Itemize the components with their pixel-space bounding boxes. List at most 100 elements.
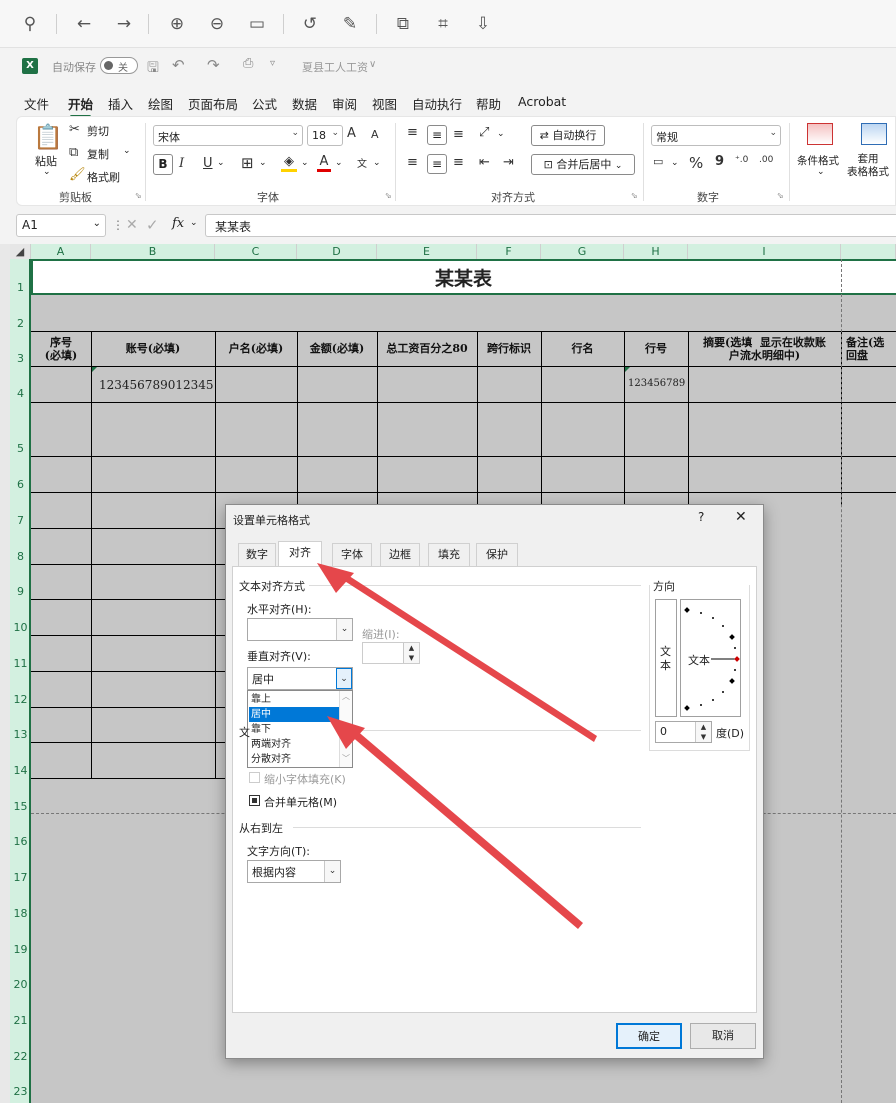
table-format-icon[interactable] bbox=[861, 123, 887, 145]
header-cell[interactable]: 备注(选 回盘 bbox=[846, 336, 896, 362]
pin-icon[interactable]: ⚲ bbox=[18, 12, 42, 36]
cut-label[interactable]: 剪切 bbox=[87, 123, 109, 139]
borders-icon[interactable]: ⊞ bbox=[241, 154, 254, 172]
list-item-selected[interactable]: 居中 bbox=[249, 707, 340, 722]
bold-button[interactable]: B bbox=[153, 154, 173, 175]
edit-icon[interactable]: ✎ bbox=[338, 12, 362, 36]
comma-button[interactable]: 9 bbox=[715, 154, 724, 169]
forward-arrow-icon[interactable]: → bbox=[112, 12, 136, 36]
tab-fill[interactable]: 填充 bbox=[428, 543, 470, 567]
close-button[interactable]: ✕ bbox=[735, 509, 747, 525]
column-header-g[interactable]: G bbox=[541, 244, 624, 259]
customize-icon[interactable]: ▿ bbox=[270, 58, 275, 69]
print-icon[interactable]: ⎙ bbox=[243, 56, 253, 71]
row-header[interactable]: 3 bbox=[10, 352, 31, 365]
scroll-down-icon[interactable]: ﹀ bbox=[340, 753, 352, 764]
rotate-icon[interactable]: ↺ bbox=[298, 12, 322, 36]
format-painter-label[interactable]: 格式刷 bbox=[87, 169, 120, 185]
row-header[interactable]: 16 bbox=[10, 835, 31, 848]
cut-icon[interactable]: ✂ bbox=[69, 122, 80, 137]
header-cell[interactable]: 行号 bbox=[624, 342, 688, 355]
row-header[interactable]: 23 bbox=[10, 1085, 31, 1098]
increase-decimal-icon[interactable]: ⁺.0 bbox=[735, 155, 748, 165]
row-header[interactable]: 12 bbox=[10, 693, 31, 706]
text-direction-select[interactable]: 根据内容 ⌄ bbox=[247, 860, 341, 883]
copy-icon[interactable]: ⧉ bbox=[69, 145, 78, 160]
tab-page-layout[interactable]: 页面布局 bbox=[188, 94, 238, 113]
scroll-up-icon[interactable]: ︿ bbox=[340, 691, 352, 753]
name-box[interactable]: A1 ⌄ bbox=[16, 214, 106, 237]
row-header[interactable]: 14 bbox=[10, 764, 31, 777]
decrease-decimal-icon[interactable]: .00 bbox=[759, 155, 773, 165]
row-header[interactable]: 6 bbox=[10, 478, 31, 491]
fill-color-icon[interactable]: ◈ bbox=[281, 154, 297, 172]
row-header[interactable]: 1 bbox=[10, 281, 31, 294]
italic-button[interactable]: I bbox=[179, 156, 184, 171]
font-color-icon[interactable]: A bbox=[317, 154, 331, 172]
header-cell[interactable]: 摘要(选填 显示在收款账 户流水明细中) bbox=[688, 336, 841, 362]
tab-font[interactable]: 字体 bbox=[332, 543, 372, 567]
tab-review[interactable]: 审阅 bbox=[332, 94, 357, 113]
row-header[interactable]: 19 bbox=[10, 943, 31, 956]
row-header[interactable]: 15 bbox=[10, 800, 31, 813]
column-header-i[interactable]: I bbox=[688, 244, 841, 259]
merge-center-button[interactable]: ⊡ 合并后居中 ⌄ bbox=[531, 154, 635, 175]
dialog-launcher-icon[interactable]: ⬂ bbox=[385, 191, 392, 200]
row-header[interactable]: 20 bbox=[10, 978, 31, 991]
ok-button[interactable]: 确定 bbox=[616, 1023, 682, 1049]
orientation-chevron-icon[interactable]: ⌄ bbox=[497, 129, 505, 139]
underline-chevron-icon[interactable]: ⌄ bbox=[217, 158, 225, 168]
save-icon[interactable]: 🖫 bbox=[147, 57, 159, 81]
orientation-dial[interactable]: 文本 bbox=[680, 599, 741, 717]
redo-icon[interactable]: ↷ bbox=[207, 56, 220, 74]
merge-cells-checkbox[interactable] bbox=[249, 795, 260, 806]
translate-icon[interactable]: ⧉ bbox=[391, 12, 415, 36]
row-header[interactable]: 22 bbox=[10, 1050, 31, 1063]
align-left-icon[interactable]: ≡ bbox=[407, 155, 418, 170]
column-header-d[interactable]: D bbox=[297, 244, 377, 259]
more-icon[interactable]: ⋮ bbox=[112, 218, 124, 232]
column-header-j[interactable] bbox=[841, 244, 896, 259]
paste-chevron-icon[interactable]: ⌄ bbox=[43, 167, 51, 177]
conditional-chevron-icon[interactable]: ⌄ bbox=[817, 167, 825, 177]
confirm-icon[interactable]: ✓ bbox=[146, 216, 159, 234]
row-header[interactable]: 13 bbox=[10, 728, 31, 741]
insert-function-button[interactable]: fx bbox=[172, 216, 184, 231]
tab-view[interactable]: 视图 bbox=[372, 94, 397, 113]
tab-border[interactable]: 边框 bbox=[380, 543, 420, 567]
list-item[interactable]: 靠下 bbox=[249, 722, 340, 737]
conditional-format-icon[interactable] bbox=[807, 123, 833, 145]
fit-icon[interactable]: ▭ bbox=[245, 12, 269, 36]
cancel-icon[interactable]: ✕ bbox=[126, 217, 138, 233]
column-header-a[interactable]: A bbox=[31, 244, 91, 259]
align-middle-icon[interactable]: ≡ bbox=[427, 125, 447, 145]
increase-indent-icon[interactable]: ⇥ bbox=[503, 155, 514, 170]
tab-help[interactable]: 帮助 bbox=[476, 94, 501, 113]
tab-insert[interactable]: 插入 bbox=[108, 94, 133, 113]
tab-home[interactable]: 开始 bbox=[68, 94, 93, 118]
row-header[interactable]: 5 bbox=[10, 442, 31, 455]
decrease-indent-icon[interactable]: ⇤ bbox=[479, 155, 490, 170]
header-cell[interactable]: 户名(必填) bbox=[215, 342, 297, 355]
dialog-launcher-icon[interactable]: ⬂ bbox=[631, 191, 638, 200]
shrink-font-icon[interactable]: A bbox=[371, 128, 379, 141]
tab-acrobat[interactable]: Acrobat bbox=[518, 94, 566, 109]
row-header[interactable]: 18 bbox=[10, 907, 31, 920]
row-header[interactable]: 2 bbox=[10, 317, 31, 330]
align-bottom-icon[interactable]: ≡ bbox=[453, 127, 464, 142]
row-header[interactable]: 10 bbox=[10, 621, 31, 634]
zoom-in-icon[interactable]: ⊕ bbox=[165, 12, 189, 36]
column-header-f[interactable]: F bbox=[477, 244, 541, 259]
column-header-c[interactable]: C bbox=[215, 244, 297, 259]
dialog-launcher-icon[interactable]: ⬂ bbox=[777, 191, 784, 200]
fill-color-chevron-icon[interactable]: ⌄ bbox=[301, 158, 309, 168]
row-header[interactable]: 9 bbox=[10, 585, 31, 598]
bank-number-cell[interactable]: 123456789 bbox=[628, 378, 685, 389]
tab-formulas[interactable]: 公式 bbox=[252, 94, 277, 113]
header-cell[interactable]: 金额(必填) bbox=[297, 342, 377, 355]
orientation-icon[interactable]: ⤢ bbox=[479, 125, 489, 140]
tab-data[interactable]: 数据 bbox=[292, 94, 317, 113]
cancel-button[interactable]: 取消 bbox=[690, 1023, 756, 1049]
shrink-to-fit-checkbox[interactable] bbox=[249, 772, 260, 783]
row-header[interactable]: 7 bbox=[10, 514, 31, 527]
